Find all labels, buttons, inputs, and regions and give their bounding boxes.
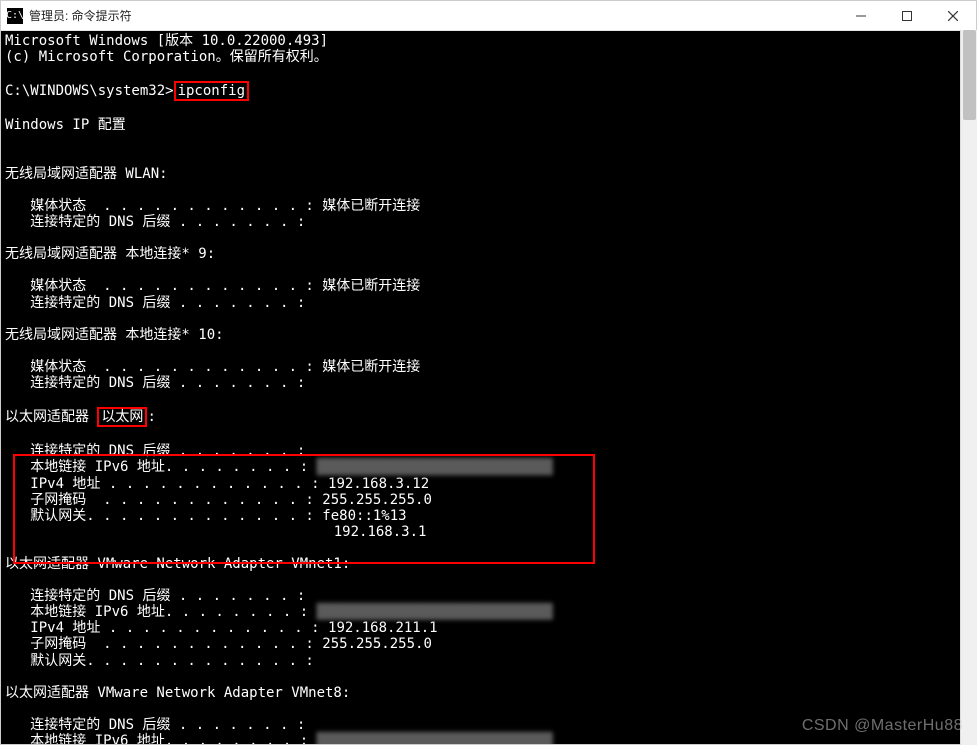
terminal-output[interactable]: Microsoft Windows [版本 10.0.22000.493] (c… <box>1 31 976 744</box>
eth-gw-value2: 192.168.3.1 <box>334 524 427 540</box>
eth-gw-pad <box>5 524 334 540</box>
vm1-gw-label: 默认网关. . . . . . . . . . . . . : <box>5 653 314 669</box>
adapter-wlan-title: 无线局域网适配器 WLAN: <box>5 166 168 182</box>
eth-ipv6-label: 本地链接 IPv6 地址. . . . . . . . : <box>5 459 317 475</box>
eth-mask-value: 255.255.255.0 <box>322 492 432 508</box>
window-controls <box>838 1 976 30</box>
version-line2: (c) Microsoft Corporation。保留所有权利。 <box>5 49 328 65</box>
vm1-mask-value: 255.255.255.0 <box>322 636 432 652</box>
prompt-path: C:\WINDOWS\system32> <box>5 83 174 99</box>
local10-media-value: 媒体已断开连接 <box>322 359 420 375</box>
minimize-button[interactable] <box>838 1 884 30</box>
vm8-ipv6-blurred: ████████████████████████████ <box>317 733 553 744</box>
ipconfig-header: Windows IP 配置 <box>5 117 126 133</box>
adapter-ethernet-suffix: : <box>147 409 155 425</box>
vm1-ipv6-blurred: ████████████████████████████ <box>317 604 553 620</box>
vm1-ipv4-value: 192.168.211.1 <box>328 620 438 636</box>
scrollbar-thumb[interactable] <box>963 30 976 120</box>
command-highlight: ipconfig <box>174 81 249 101</box>
wlan-media-value: 媒体已断开连接 <box>322 198 420 214</box>
wlan-media-label: 媒体状态 . . . . . . . . . . . . : <box>5 198 322 214</box>
eth-ipv4-label: IPv4 地址 . . . . . . . . . . . . : <box>5 476 328 492</box>
eth-ipv4-value: 192.168.3.12 <box>328 476 429 492</box>
close-button[interactable] <box>930 1 976 30</box>
adapter-ethernet-prefix: 以太网适配器 <box>5 409 97 425</box>
eth-mask-label: 子网掩码 . . . . . . . . . . . . : <box>5 492 322 508</box>
vm8-ipv6-label: 本地链接 IPv6 地址. . . . . . . . : <box>5 733 317 744</box>
local9-dns-label: 连接特定的 DNS 后缀 . . . . . . . : <box>5 295 305 311</box>
vm1-mask-label: 子网掩码 . . . . . . . . . . . . : <box>5 636 322 652</box>
local9-media-value: 媒体已断开连接 <box>322 278 420 294</box>
adapter-vmnet1-title: 以太网适配器 VMware Network Adapter VMnet1: <box>5 556 350 572</box>
local9-media-label: 媒体状态 . . . . . . . . . . . . : <box>5 278 322 294</box>
watermark: CSDN @MasterHu88 <box>802 717 963 735</box>
titlebar[interactable]: C:\ 管理员: 命令提示符 <box>1 1 976 31</box>
eth-dns-label: 连接特定的 DNS 后缀 . . . . . . . : <box>5 443 305 459</box>
vm8-dns-label: 连接特定的 DNS 后缀 . . . . . . . : <box>5 717 305 733</box>
version-line1: Microsoft Windows [版本 10.0.22000.493] <box>5 33 328 49</box>
local10-dns-label: 连接特定的 DNS 后缀 . . . . . . . : <box>5 375 305 391</box>
scrollbar[interactable] <box>960 30 977 745</box>
adapter-ethernet-highlight: 以太网 <box>97 407 147 427</box>
vm1-ipv6-label: 本地链接 IPv6 地址. . . . . . . . : <box>5 604 317 620</box>
eth-gw-label: 默认网关. . . . . . . . . . . . . : <box>5 508 322 524</box>
window-title: 管理员: 命令提示符 <box>29 7 838 24</box>
vm1-dns-label: 连接特定的 DNS 后缀 . . . . . . . : <box>5 588 305 604</box>
adapter-local10-title: 无线局域网适配器 本地连接* 10: <box>5 327 224 343</box>
maximize-button[interactable] <box>884 1 930 30</box>
eth-gw-value1: fe80::1%13 <box>322 508 406 524</box>
eth-ipv6-blurred: ████████████████████████████ <box>317 459 553 475</box>
adapter-local9-title: 无线局域网适配器 本地连接* 9: <box>5 246 215 262</box>
cmd-window: C:\ 管理员: 命令提示符 Microsoft Windows [版本 10.… <box>0 0 977 745</box>
vm1-ipv4-label: IPv4 地址 . . . . . . . . . . . . : <box>5 620 328 636</box>
local10-media-label: 媒体状态 . . . . . . . . . . . . : <box>5 359 322 375</box>
adapter-vmnet8-title: 以太网适配器 VMware Network Adapter VMnet8: <box>5 685 350 701</box>
cmd-icon: C:\ <box>7 8 23 24</box>
wlan-dns-label: 连接特定的 DNS 后缀 . . . . . . . : <box>5 214 305 230</box>
